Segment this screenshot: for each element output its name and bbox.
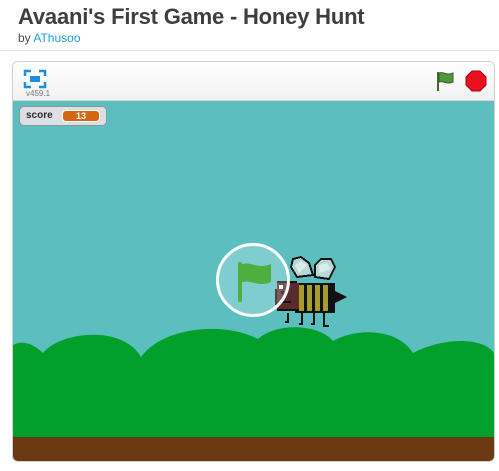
project-byline: by AThusoo xyxy=(18,31,81,45)
stop-button[interactable] xyxy=(465,70,487,92)
stage[interactable]: score 13 xyxy=(13,101,494,461)
fullscreen-button[interactable] xyxy=(23,69,47,89)
ground xyxy=(13,437,494,461)
author-link[interactable]: AThusoo xyxy=(33,31,80,45)
fullscreen-icon xyxy=(23,69,47,89)
score-value: 13 xyxy=(62,110,100,122)
green-flag-icon xyxy=(238,262,271,302)
project-player: v459.1 score 13 xyxy=(12,61,495,462)
start-overlay-button[interactable] xyxy=(216,243,290,317)
project-page: Avaani's First Game - Honey Hunt by AThu… xyxy=(0,0,499,471)
player-version: v459.1 xyxy=(26,89,51,98)
green-flag-button[interactable] xyxy=(434,70,456,92)
stop-sign-icon xyxy=(465,70,487,92)
green-flag-icon xyxy=(437,72,454,91)
project-title: Avaani's First Game - Honey Hunt xyxy=(18,4,365,29)
score-monitor[interactable]: score 13 xyxy=(19,106,107,126)
player-controls: v459.1 xyxy=(13,62,494,101)
score-label: score xyxy=(26,110,53,121)
by-label: by xyxy=(18,31,31,45)
header-divider xyxy=(0,50,499,51)
